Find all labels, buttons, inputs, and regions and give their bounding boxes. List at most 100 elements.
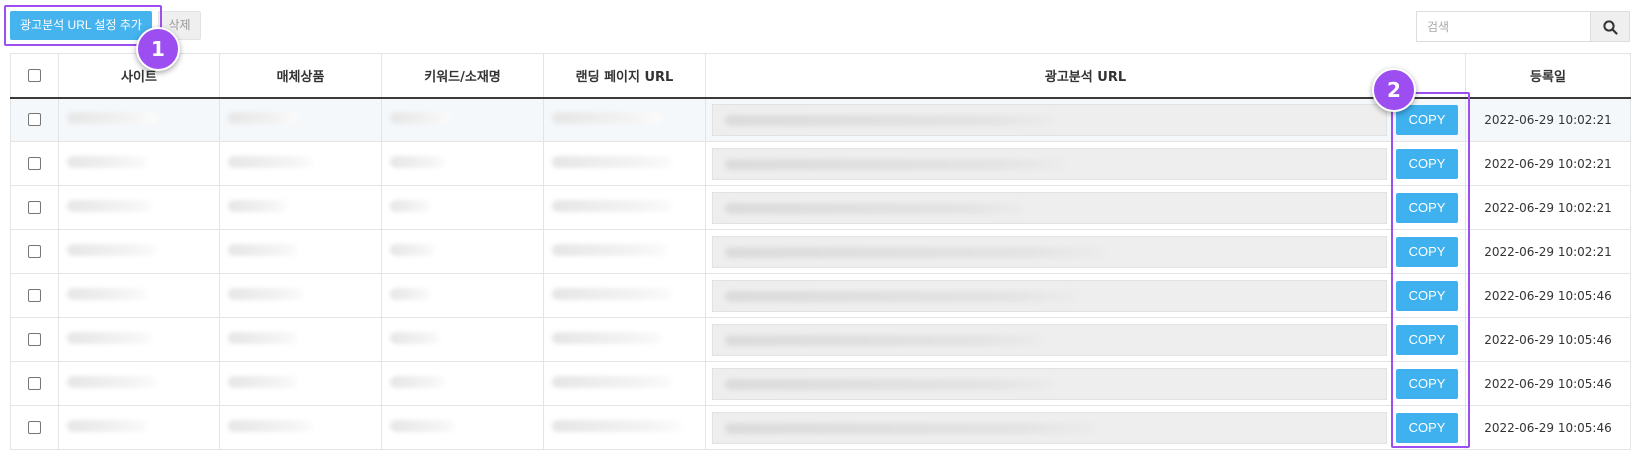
row-checkbox[interactable] [28,157,41,170]
keyword-cell [381,317,544,362]
redacted-text [228,155,313,168]
table-row: COPY 2022-06-29 10:05:46 [10,405,1631,450]
search-button[interactable] [1590,11,1630,42]
table-row: COPY 2022-06-29 10:02:21 [10,229,1631,274]
table-row: COPY 2022-06-29 10:05:46 [10,273,1631,318]
redacted-text [725,290,1075,302]
row-checkbox-cell [10,361,59,406]
copy-button[interactable]: COPY [1396,148,1458,179]
add-url-setting-button[interactable]: 광고분석 URL 설정 추가 [10,11,152,40]
redacted-text [228,287,303,300]
redacted-text [725,422,1095,434]
analysis-url-cell: COPY [705,361,1466,406]
media-product-cell [219,229,382,274]
site-cell [58,361,220,406]
redacted-text [67,199,152,212]
row-checkbox[interactable] [28,201,41,214]
site-cell [58,229,220,274]
analysis-url-field[interactable] [712,103,1387,136]
table-row: COPY 2022-06-29 10:02:21 [10,97,1631,142]
site-cell [58,317,220,362]
redacted-text [390,111,450,124]
media-product-cell [219,185,382,230]
row-checkbox-cell [10,273,59,318]
landing-url-cell [543,229,706,274]
landing-url-cell [543,141,706,186]
redacted-text [552,331,662,344]
redacted-text [552,111,662,124]
redacted-text [725,202,1025,214]
row-checkbox[interactable] [28,421,41,434]
redacted-text [390,155,445,168]
redacted-text [552,243,667,256]
row-checkbox-cell [10,405,59,450]
analysis-url-field[interactable] [712,147,1387,180]
row-checkbox[interactable] [28,245,41,258]
redacted-text [390,419,455,432]
keyword-cell [381,185,544,230]
keyword-cell [381,141,544,186]
row-checkbox[interactable] [28,289,41,302]
redacted-text [67,419,147,432]
header-keyword: 키워드/소재명 [381,53,544,99]
redacted-text [390,243,435,256]
analysis-url-field[interactable] [712,367,1387,400]
site-cell [58,185,220,230]
redacted-text [228,331,298,344]
redacted-text [390,199,430,212]
redacted-text [725,114,1055,126]
header-media-product: 매체상품 [219,53,382,99]
copy-button[interactable]: COPY [1396,368,1458,399]
table-row: COPY 2022-06-29 10:05:46 [10,317,1631,362]
analysis-url-field[interactable] [712,279,1387,312]
delete-button[interactable]: 삭제 [158,11,201,40]
search-input[interactable] [1416,11,1590,42]
analysis-url-field[interactable] [712,191,1387,224]
redacted-text [552,375,672,388]
registered-date-cell: 2022-06-29 10:05:46 [1465,317,1631,362]
registered-date-cell: 2022-06-29 10:02:21 [1465,97,1631,142]
table-row: COPY 2022-06-29 10:02:21 [10,141,1631,186]
analysis-url-field[interactable] [712,411,1387,444]
search-bar [1416,11,1630,42]
row-checkbox-cell [10,317,59,362]
copy-button[interactable]: COPY [1396,236,1458,267]
media-product-cell [219,97,382,142]
keyword-cell [381,273,544,318]
redacted-text [390,331,440,344]
keyword-cell [381,405,544,450]
redacted-text [228,243,298,256]
registered-date-cell: 2022-06-29 10:05:46 [1465,361,1631,406]
keyword-cell [381,97,544,142]
redacted-text [552,155,672,168]
copy-button[interactable]: COPY [1396,104,1458,135]
analysis-url-field[interactable] [712,323,1387,356]
landing-url-cell [543,273,706,318]
analysis-url-cell: COPY [705,317,1466,362]
row-checkbox[interactable] [28,113,41,127]
redacted-text [67,243,157,256]
row-checkbox-cell [10,185,59,230]
analysis-url-cell: COPY [705,185,1466,230]
table-row: COPY 2022-06-29 10:05:46 [10,361,1631,406]
select-all-checkbox[interactable] [28,68,41,82]
registered-date-cell: 2022-06-29 10:02:21 [1465,229,1631,274]
redacted-text [725,378,1055,390]
copy-button[interactable]: COPY [1396,280,1458,311]
copy-button[interactable]: COPY [1396,412,1458,443]
redacted-text [67,331,152,344]
row-checkbox-cell [10,141,59,186]
landing-url-cell [543,185,706,230]
row-checkbox[interactable] [28,333,41,346]
keyword-cell [381,361,544,406]
search-icon [1603,20,1618,35]
registered-date-cell: 2022-06-29 10:02:21 [1465,141,1631,186]
copy-button[interactable]: COPY [1396,324,1458,355]
redacted-text [228,419,313,432]
analysis-url-cell: COPY [705,229,1466,274]
analysis-url-field[interactable] [712,235,1387,268]
redacted-text [390,375,445,388]
media-product-cell [219,405,382,450]
copy-button[interactable]: COPY [1396,192,1458,223]
row-checkbox[interactable] [28,377,41,390]
